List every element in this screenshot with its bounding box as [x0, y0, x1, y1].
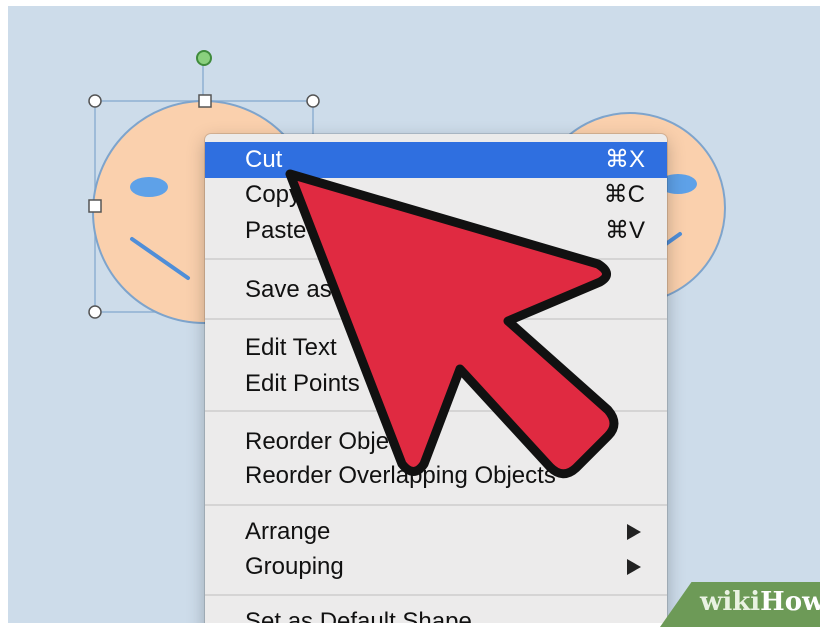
- cursor-arrow-icon: [285, 169, 619, 479]
- slide-canvas[interactable]: Cut ⌘X Copy ⌘C Paste ⌘V Save as Picture.…: [8, 6, 820, 623]
- pointer-layer: [285, 169, 619, 479]
- watermark-wiki: wiki: [700, 587, 761, 617]
- watermark-how: How: [760, 587, 820, 617]
- wikihow-logo: wikiHow: [700, 587, 820, 617]
